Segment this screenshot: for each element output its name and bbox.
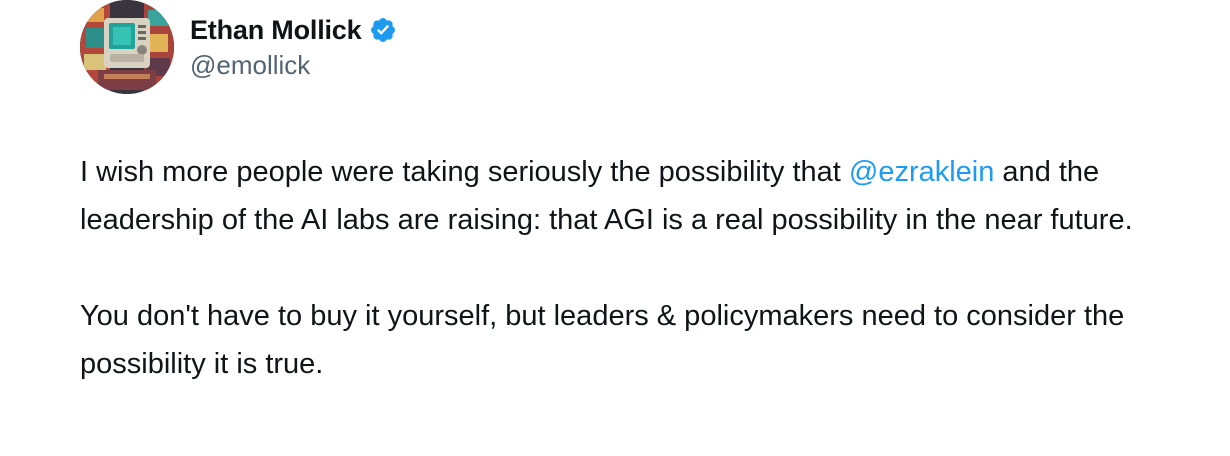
tweet-text-segment: I wish more people were taking seriously… <box>80 156 849 188</box>
tweet-paragraph-2: You don't have to buy it yourself, but l… <box>80 300 1125 380</box>
author-name-row: Ethan Mollick <box>190 12 397 48</box>
author-handle[interactable]: @emollick <box>190 50 310 81</box>
tweet-card: Ethan Mollick @emollick I wish more peop… <box>0 0 1230 456</box>
verified-badge-icon <box>369 16 397 44</box>
avatar[interactable] <box>80 0 174 94</box>
tweet-paragraph-1: I wish more people were taking seriously… <box>80 148 1180 244</box>
tweet-text: I wish more people were taking seriously… <box>80 148 1180 388</box>
author-display-name[interactable]: Ethan Mollick <box>190 15 362 46</box>
mention-link[interactable]: @ezraklein <box>849 156 995 188</box>
retro-computer-avatar-icon <box>80 0 174 94</box>
